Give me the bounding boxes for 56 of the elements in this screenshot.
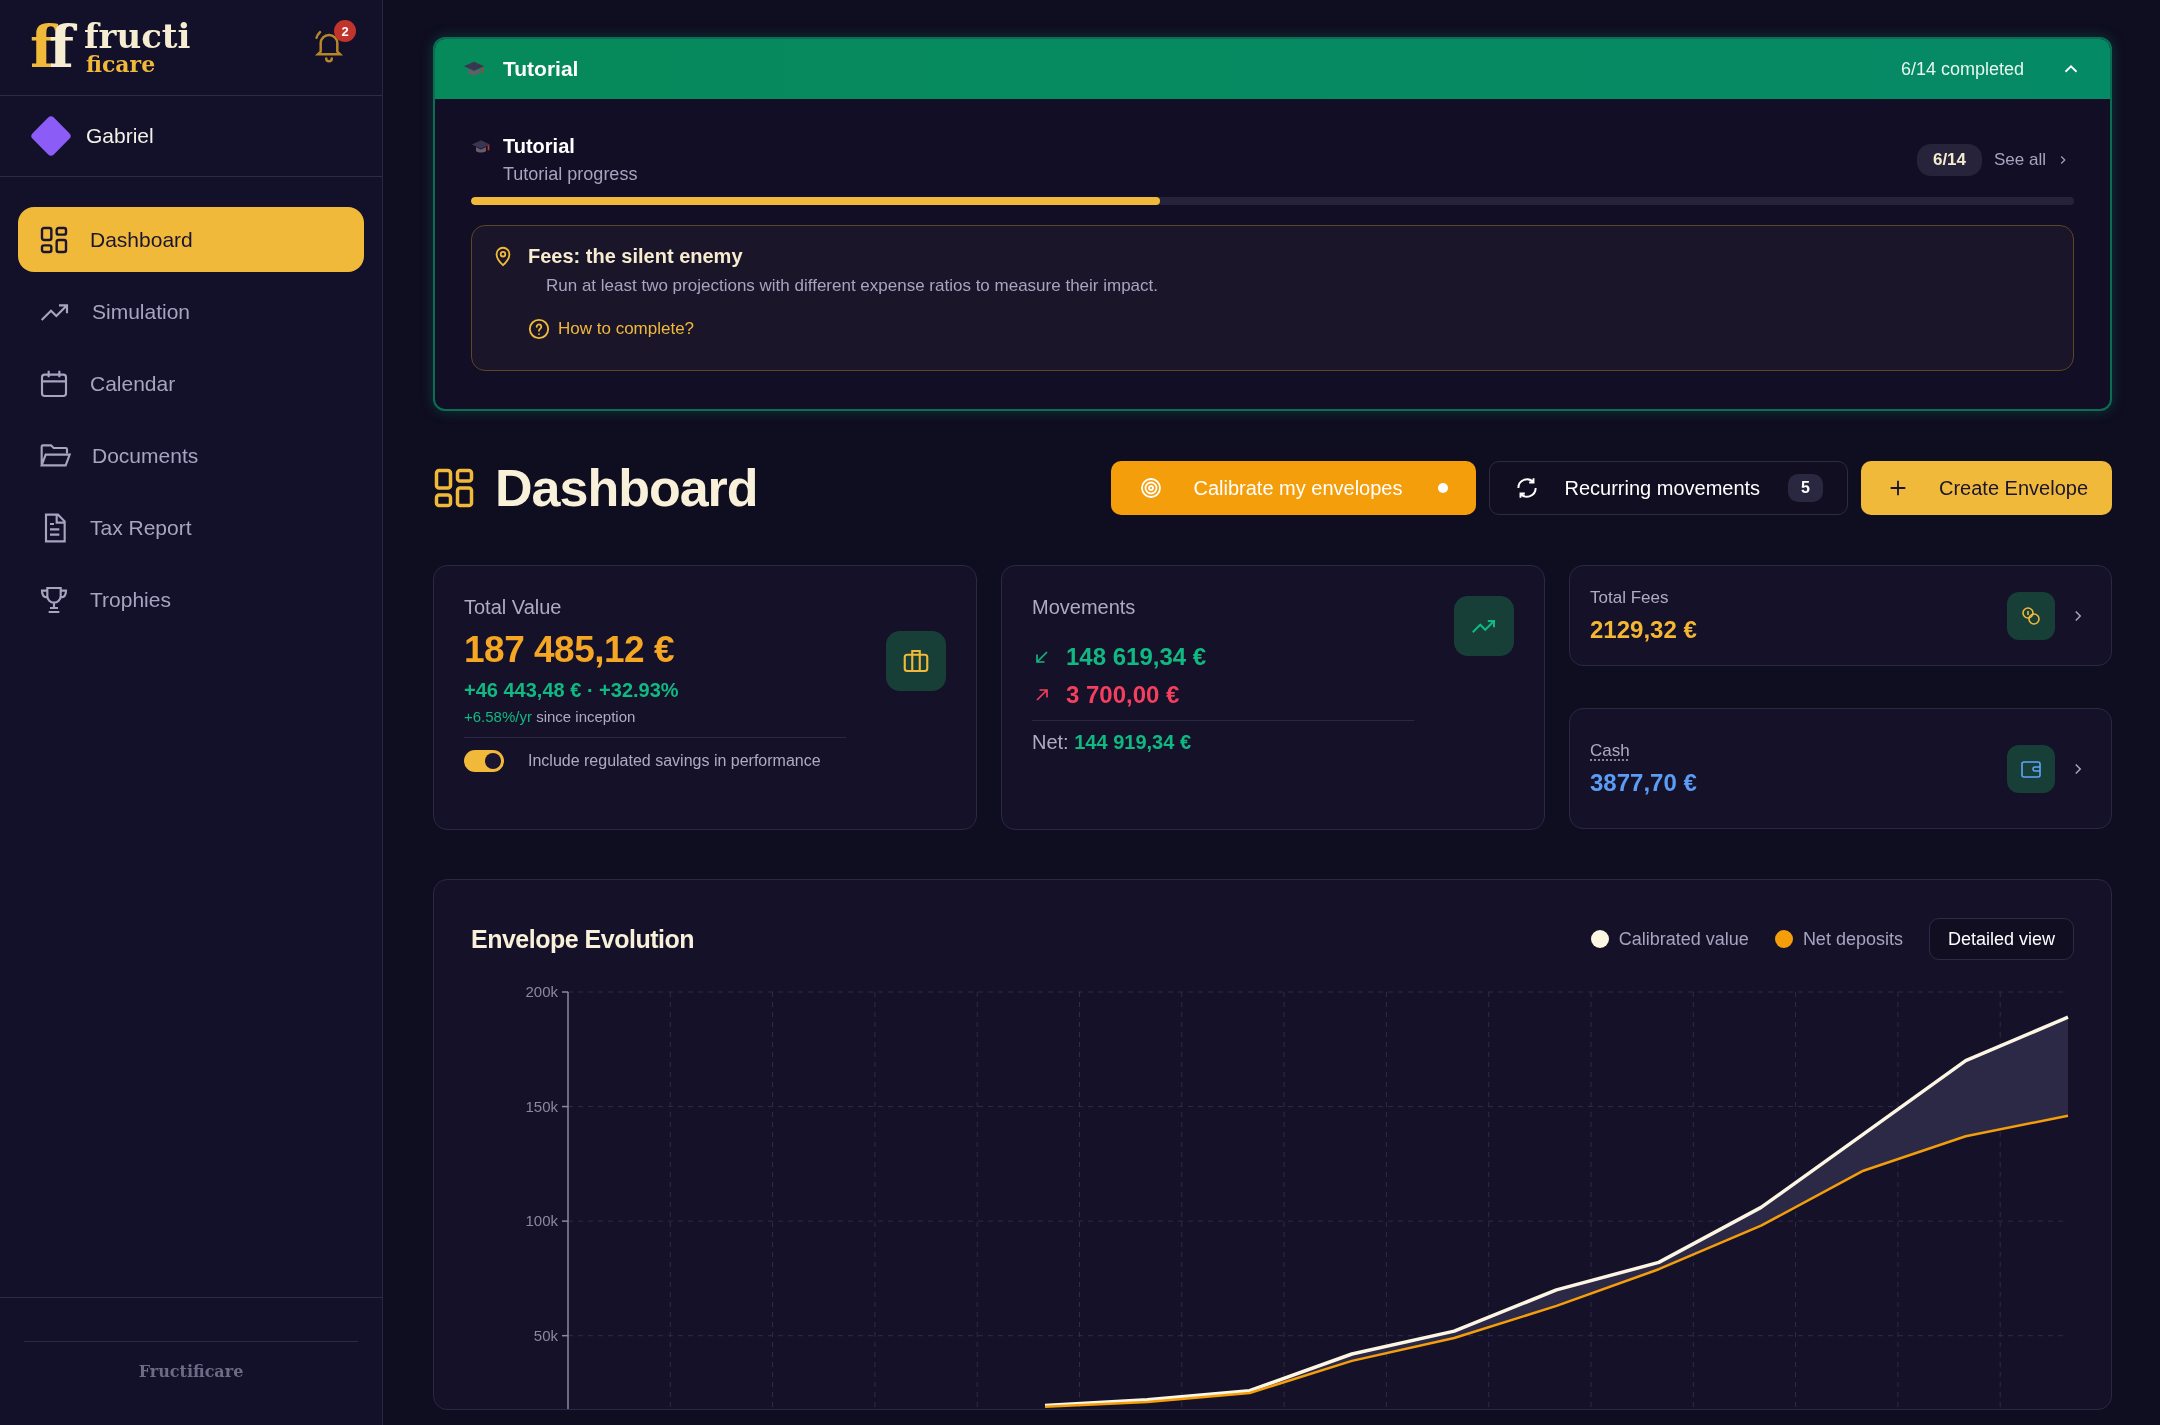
recurring-movements-button[interactable]: Recurring movements 5 bbox=[1489, 461, 1848, 515]
card-label: Total Fees bbox=[1590, 587, 1670, 608]
cash-card[interactable]: Cash 3877,70 € bbox=[1569, 708, 2112, 829]
create-envelope-button[interactable]: Create Envelope bbox=[1861, 461, 2112, 515]
card-label: Movements bbox=[1032, 596, 1136, 619]
tutorial-header[interactable]: Tutorial 6/14 completed bbox=[435, 39, 2110, 99]
nav-item[interactable]: Dashboard bbox=[18, 207, 364, 272]
rate-note: since inception bbox=[536, 708, 636, 725]
task-description: Run at least two projections with different expense ratios to measure their impact. bbox=[546, 276, 1159, 296]
card-label: Cash bbox=[1590, 740, 1630, 761]
target-icon bbox=[1139, 476, 1164, 500]
gain-value: +46 443,48 € · +32.93% bbox=[464, 679, 679, 702]
net-label: Net: bbox=[1032, 731, 1069, 753]
legend-label: Net deposits bbox=[1802, 928, 1903, 950]
question-icon bbox=[528, 318, 550, 340]
progress-count: 6/14 bbox=[1916, 144, 1982, 176]
total-value: 187 485,12 € bbox=[464, 629, 676, 671]
y-tick-label: 200k bbox=[525, 983, 558, 1000]
nav-item[interactable]: Tax Report bbox=[18, 495, 364, 560]
tutorial-subtitle: Tutorial progress bbox=[503, 164, 638, 185]
notification-count: 2 bbox=[334, 20, 356, 42]
wallet-icon bbox=[2007, 744, 2055, 793]
detailed-view-button[interactable]: Detailed view bbox=[1928, 918, 2074, 960]
footer-brand: Fructificare bbox=[138, 1362, 244, 1381]
fees-value: 2129,32 € bbox=[1590, 615, 1697, 644]
card-label: Total Value bbox=[464, 596, 563, 619]
cash-value: 3877,70 € bbox=[1590, 768, 1697, 797]
outflow-value: 3 700,00 € bbox=[1066, 681, 1180, 709]
help-link[interactable]: How to complete? bbox=[528, 318, 695, 340]
y-tick-label: 150k bbox=[525, 1097, 558, 1115]
chart-title: Envelope Evolution bbox=[471, 924, 694, 954]
nav-item[interactable]: Simulation bbox=[18, 279, 364, 344]
grid-icon bbox=[433, 467, 475, 509]
coins-icon bbox=[2007, 591, 2055, 640]
trend-up-icon bbox=[1454, 596, 1514, 656]
legend-label: Calibrated value bbox=[1618, 928, 1749, 950]
see-all-link[interactable]: See all bbox=[1994, 150, 2070, 170]
y-tick-label: 100k bbox=[525, 1212, 558, 1230]
annual-rate: +6.58%/yr bbox=[464, 708, 532, 725]
y-tick-label: 50k bbox=[533, 1326, 558, 1344]
total-fees-card[interactable]: Total Fees 2129,32 € bbox=[1569, 565, 2112, 666]
nav-item[interactable]: Trophies bbox=[18, 567, 364, 632]
completion-status: 6/14 completed bbox=[1900, 58, 2024, 80]
nav-item[interactable]: Documents bbox=[18, 423, 364, 488]
net-value: 144 919,34 € bbox=[1074, 731, 1192, 753]
briefcase-icon bbox=[886, 630, 946, 691]
tutorial-heading: Tutorial bbox=[503, 135, 575, 158]
page-title: Dashboard bbox=[495, 458, 758, 518]
nav-item[interactable]: Calendar bbox=[18, 351, 364, 416]
count-badge: 5 bbox=[1788, 474, 1823, 502]
toggle-switch[interactable] bbox=[464, 750, 504, 772]
user-name: Gabriel bbox=[86, 124, 154, 148]
inflow-value: 148 619,34 € bbox=[1066, 643, 1207, 671]
task-title: Fees: the silent enemy bbox=[528, 244, 743, 268]
toggle-label: Include regulated savings in performance bbox=[528, 752, 821, 770]
tutorial-title: Tutorial bbox=[503, 57, 579, 81]
